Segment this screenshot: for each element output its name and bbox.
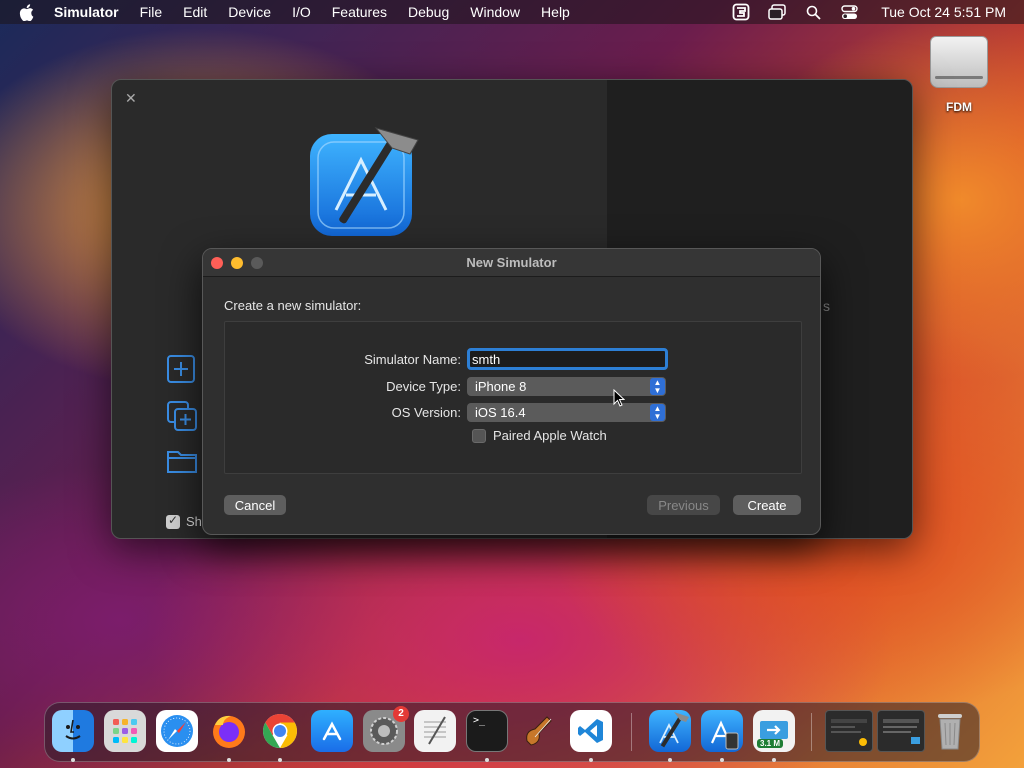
app-store-icon[interactable] [311, 710, 353, 752]
checkbox-unchecked[interactable] [472, 428, 486, 443]
chevron-up-down-icon: ▲ ▼ [650, 378, 665, 395]
settings-badge: 2 [393, 706, 409, 722]
safari-icon[interactable] [156, 710, 198, 752]
vscode-icon[interactable] [570, 710, 612, 752]
running-indicator [668, 758, 672, 762]
external-drive-icon[interactable] [930, 36, 988, 88]
launchpad-icon[interactable] [104, 710, 146, 752]
clone-icon[interactable] [166, 400, 198, 432]
show-on-launch-label: Sh [186, 514, 202, 529]
menu-help[interactable]: Help [541, 4, 570, 20]
device-type-row: Device Type: iPhone 8 ▲ ▼ [225, 377, 666, 396]
pane-partial-text: s [823, 298, 830, 314]
window-thumb-icon[interactable] [825, 710, 873, 752]
drive-label: FDM [946, 100, 972, 114]
os-version-value: iOS 16.4 [475, 405, 526, 420]
running-indicator [589, 758, 593, 762]
trash-icon[interactable] [929, 710, 971, 752]
paired-watch-row: Paired Apple Watch [472, 428, 607, 443]
chevron-up-down-icon: ▲ ▼ [650, 404, 665, 421]
textedit-icon[interactable] [414, 710, 456, 752]
show-on-launch-checkbox[interactable]: Sh [166, 513, 202, 529]
menu-features[interactable]: Features [332, 4, 387, 20]
instruments-icon[interactable] [518, 710, 560, 752]
device-type-value: iPhone 8 [475, 379, 527, 394]
simulator-name-label: Simulator Name: [364, 351, 461, 367]
window-thumb-icon[interactable] [877, 710, 925, 752]
os-version-select[interactable]: iOS 16.4 ▲ ▼ [467, 403, 666, 422]
create-button[interactable]: Create [733, 495, 801, 515]
dock-separator [631, 713, 632, 751]
menu-bar: Simulator File Edit Device I/O Features … [0, 0, 1024, 24]
xcode-app-icon [306, 120, 426, 240]
add-icon[interactable] [166, 354, 198, 386]
checkbox-checked[interactable] [166, 513, 180, 529]
paired-apple-watch-label: Paired Apple Watch [493, 428, 607, 443]
fdm-download-speed: 3.1 M [757, 739, 784, 748]
apple-menu-icon[interactable] [16, 2, 36, 22]
running-indicator [71, 758, 75, 762]
dock-separator [811, 713, 812, 751]
menu-io[interactable]: I/O [292, 4, 311, 20]
menu-device[interactable]: Device [228, 4, 271, 20]
paired-apple-watch-checkbox[interactable]: Paired Apple Watch [472, 428, 607, 443]
finder-icon[interactable] [52, 710, 94, 752]
dialog-title: New Simulator [466, 255, 557, 270]
dialog-heading: Create a new simulator: [224, 298, 362, 313]
menu-file[interactable]: File [140, 4, 163, 20]
os-version-row: OS Version: iOS 16.4 ▲ ▼ [225, 403, 666, 422]
chrome-icon[interactable] [259, 710, 301, 752]
close-icon[interactable]: ✕ [125, 90, 137, 107]
window-icon[interactable] [767, 2, 787, 22]
simulator-form-panel: Simulator Name: Device Type: iPhone 8 ▲▼… [224, 321, 802, 474]
dialog-titlebar[interactable]: New Simulator [203, 249, 820, 277]
desktop-drive[interactable]: FDM [926, 36, 992, 114]
running-indicator [278, 758, 282, 762]
simulator-name-row: Simulator Name: [225, 348, 668, 370]
control-center-icon[interactable] [839, 2, 859, 22]
running-indicator [720, 758, 724, 762]
menu-window[interactable]: Window [470, 4, 520, 20]
device-type-label: Device Type: [386, 379, 461, 394]
menu-clock[interactable]: Tue Oct 24 5:51 PM [881, 4, 1006, 20]
device-type-select[interactable]: iPhone 8 ▲ ▼ [467, 377, 666, 396]
terminal-prompt: >_ [473, 715, 486, 726]
simulator-name-input[interactable] [467, 348, 668, 370]
cancel-button[interactable]: Cancel [224, 495, 286, 515]
menu-app-name[interactable]: Simulator [54, 4, 119, 20]
folder-icon[interactable] [166, 448, 198, 480]
search-icon[interactable] [803, 2, 823, 22]
running-indicator [772, 758, 776, 762]
menu-debug[interactable]: Debug [408, 4, 449, 20]
simulator-icon[interactable] [701, 710, 743, 752]
dock: 2 >_ 3.1 M [44, 702, 980, 762]
screen-capture-icon[interactable] [731, 2, 751, 22]
terminal-icon[interactable]: >_ [466, 710, 508, 752]
new-simulator-dialog: New Simulator Create a new simulator: Si… [202, 248, 821, 535]
menu-edit[interactable]: Edit [183, 4, 207, 20]
xcode-icon[interactable] [649, 710, 691, 752]
mouse-cursor-icon [613, 388, 626, 412]
running-indicator [227, 758, 231, 762]
firefox-icon[interactable] [208, 710, 250, 752]
running-indicator [485, 758, 489, 762]
previous-button: Previous [647, 495, 720, 515]
os-version-label: OS Version: [391, 405, 461, 420]
